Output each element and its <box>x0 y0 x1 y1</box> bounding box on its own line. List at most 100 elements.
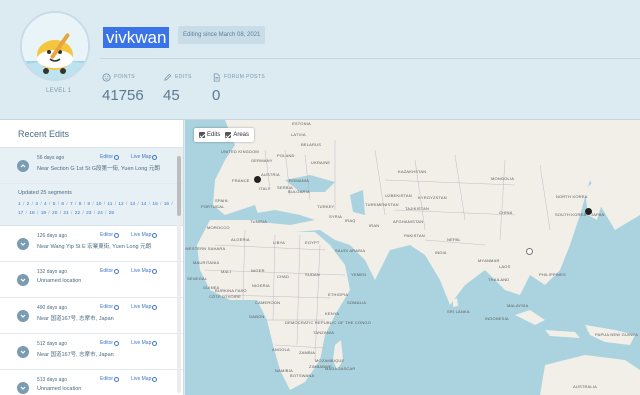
country-label: SENEGAL <box>187 276 208 281</box>
live-map-link[interactable]: Live Map <box>131 268 158 274</box>
editor-link[interactable]: Editor <box>100 232 120 238</box>
profile-header: LEVEL 1 vivkwan Editing since March 08, … <box>0 0 640 120</box>
scrollbar-thumb[interactable] <box>177 156 181 216</box>
expand-toggle[interactable] <box>17 310 29 322</box>
country-label: MOZAMBIQUE <box>315 358 345 363</box>
country-label: NEPAL <box>447 237 461 242</box>
expand-toggle[interactable] <box>17 274 29 286</box>
country-label: DEMOCRATIC REPUBLIC OF THE CONGO <box>285 320 372 325</box>
forum-posts-stat: FORUM POSTS 0 <box>212 72 265 104</box>
edits-layer-checkbox[interactable]: Edits <box>199 132 220 138</box>
edit-time: 513 days ago <box>37 377 68 383</box>
chevron-down-icon <box>20 386 26 390</box>
editor-link[interactable]: Editor <box>100 340 120 346</box>
country-label: PHILIPPINES <box>539 272 566 277</box>
checkbox-checked-icon <box>199 132 205 138</box>
country-label: SOUTH KOREA <box>555 212 587 217</box>
editing-since-badge: Editing since March 08, 2021 <box>178 26 266 44</box>
chevron-down-icon <box>20 314 26 318</box>
country-label: ANGOLA <box>272 347 290 352</box>
edit-location: Unnamed location <box>37 386 82 392</box>
edit-marker[interactable] <box>585 208 592 215</box>
editor-link[interactable]: Editor <box>100 376 120 382</box>
expand-toggle[interactable] <box>17 238 29 250</box>
country-label: ETHIOPIA <box>328 292 349 297</box>
updated-segments-label: Updated 25 segments <box>18 190 72 196</box>
country-label: PAPUA NEW GUINEA <box>595 332 639 337</box>
country-label: THAILAND <box>488 277 510 282</box>
country-label: ALGERIA <box>231 237 250 242</box>
points-value: 41756 <box>102 87 144 104</box>
editor-link[interactable]: Editor <box>100 304 120 310</box>
country-label: BELARUS <box>301 142 322 147</box>
live-map-link[interactable]: Live Map <box>131 232 158 238</box>
collapse-toggle[interactable] <box>17 160 29 172</box>
edit-location: Near 国道167号, 志摩市, Japan <box>37 316 114 322</box>
live-map-link[interactable]: Live Map <box>131 154 158 160</box>
external-link-icon <box>152 232 158 238</box>
expand-toggle[interactable] <box>17 346 29 358</box>
country-label: MOROCCO <box>207 225 230 230</box>
external-link-icon <box>114 376 120 382</box>
recent-edits-title: Recent Edits <box>0 120 183 148</box>
live-map-link[interactable]: Live Map <box>131 340 158 346</box>
country-label: TURKMENISTAN <box>365 202 399 207</box>
country-label: MONGOLIA <box>491 176 515 181</box>
country-label: SPAIN <box>215 198 228 203</box>
edit-details: Updated 25 segments 1 / 2 / 3 / 4 / 5 / … <box>0 184 183 226</box>
country-label: NIGER <box>251 268 265 273</box>
edit-item[interactable]: 126 days ago Near Wang Yip St E 宏業東街, Yu… <box>0 226 183 262</box>
live-map-link[interactable]: Live Map <box>131 376 158 382</box>
country-label: ESTONIA <box>292 121 311 126</box>
country-label: UNITED KINGDOM <box>221 149 259 154</box>
country-label: GERMANY <box>251 158 273 163</box>
edit-marker[interactable] <box>526 248 533 255</box>
editor-link[interactable]: Editor <box>100 268 120 274</box>
edit-marker[interactable] <box>254 176 261 183</box>
country-label: LAOS <box>499 264 511 269</box>
expand-toggle[interactable] <box>17 382 29 394</box>
country-label: PORTUGAL <box>201 204 225 209</box>
edit-item[interactable]: 513 days ago Unnamed location Editor Liv… <box>0 370 183 395</box>
edit-time: 512 days ago <box>37 341 68 347</box>
world-map[interactable]: Edits Areas ESTONIA LATVIA BELARUS UNITE… <box>185 120 640 395</box>
country-label: CÔTE D'IVOIRE <box>209 294 242 299</box>
edit-time: 56 days ago <box>37 155 65 161</box>
segment-separator: / <box>169 202 173 207</box>
smiley-icon <box>102 72 111 82</box>
country-label: JAPAN <box>591 212 605 217</box>
layer-toggle: Edits Areas <box>194 128 255 142</box>
points-label: POINTS <box>114 74 136 80</box>
country-label: BULGARIA <box>288 189 310 194</box>
external-link-icon <box>114 232 120 238</box>
country-label: CHINA <box>499 210 513 215</box>
edit-item[interactable]: 512 days ago Near 国道167号, 志摩市, Japan Edi… <box>0 334 183 370</box>
country-label: SAUDI ARABIA <box>335 248 366 253</box>
segment-link[interactable]: 25 <box>109 211 114 216</box>
edit-time: 132 days ago <box>37 269 68 275</box>
external-link-icon <box>114 154 120 160</box>
external-link-icon <box>152 376 158 382</box>
edits-scrollbar[interactable] <box>177 150 181 393</box>
external-link-icon <box>152 304 158 310</box>
country-label: SYRIA <box>329 214 343 219</box>
recent-edits-panel: Recent Edits 56 days ago Near Section G … <box>0 120 184 395</box>
country-label: SUDAN <box>305 272 321 277</box>
country-label: BOTSWANA <box>290 373 315 378</box>
edit-item[interactable]: 56 days ago Near Section G 1st St G段第一街,… <box>0 148 183 184</box>
country-label: MALI <box>221 269 232 274</box>
country-label: ZIMBABWE <box>309 364 332 369</box>
country-label: INDIA <box>435 250 447 255</box>
header-divider <box>100 58 640 59</box>
areas-layer-checkbox[interactable]: Areas <box>225 132 249 138</box>
country-label: BURKINA FASO <box>215 288 247 293</box>
edit-item[interactable]: 490 days ago Near 国道167号, 志摩市, Japan Edi… <box>0 298 183 334</box>
live-map-link[interactable]: Live Map <box>131 304 158 310</box>
segment-links[interactable]: 1 / 2 / 3 / 4 / 5 / 6 / 7 / 8 / 9 / 10 /… <box>18 200 174 218</box>
chevron-down-icon <box>20 242 26 246</box>
editor-link[interactable]: Editor <box>100 154 120 160</box>
edit-item[interactable]: 132 days ago Unnamed location Editor Liv… <box>0 262 183 298</box>
edit-location: Near Section G 1st St G段第一街, Yuen Long 元… <box>37 166 160 172</box>
country-label: CHAD <box>277 274 290 279</box>
forum-posts-value: 0 <box>212 87 221 104</box>
